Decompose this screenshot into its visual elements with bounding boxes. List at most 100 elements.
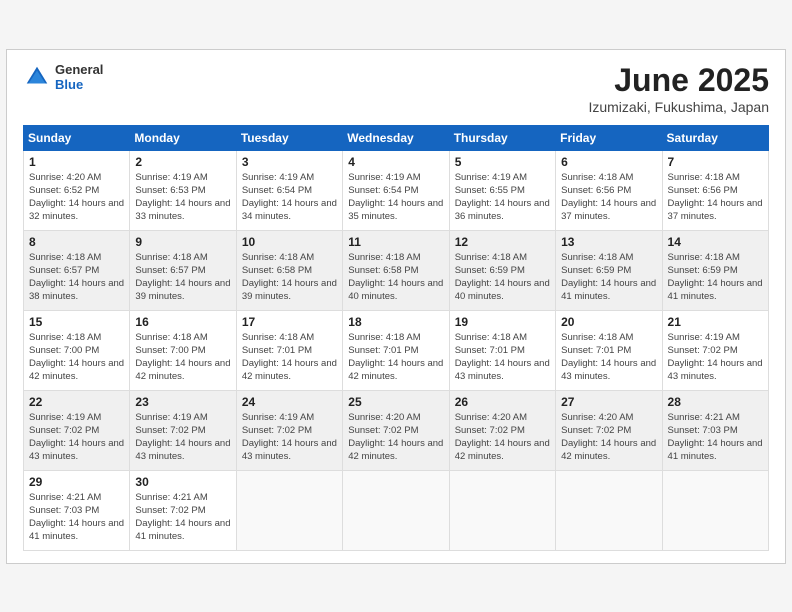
sunrise-label: Sunrise: 4:21 AM [29, 492, 101, 503]
table-row: 14 Sunrise: 4:18 AM Sunset: 6:59 PM Dayl… [662, 230, 768, 310]
day-number: 7 [668, 155, 763, 169]
daylight-label: Daylight: 14 hours and 42 minutes. [348, 358, 443, 382]
daylight-label: Daylight: 14 hours and 34 minutes. [242, 198, 337, 222]
day-detail: Sunrise: 4:20 AM Sunset: 7:02 PM Dayligh… [348, 411, 443, 464]
logo-text: General Blue [55, 62, 103, 93]
day-detail: Sunrise: 4:20 AM Sunset: 7:02 PM Dayligh… [561, 411, 656, 464]
sunrise-label: Sunrise: 4:18 AM [135, 252, 207, 263]
sunrise-label: Sunrise: 4:18 AM [561, 172, 633, 183]
sunrise-label: Sunrise: 4:20 AM [348, 412, 420, 423]
day-detail: Sunrise: 4:18 AM Sunset: 7:01 PM Dayligh… [561, 331, 656, 384]
daylight-label: Daylight: 14 hours and 39 minutes. [135, 278, 230, 302]
day-detail: Sunrise: 4:18 AM Sunset: 6:59 PM Dayligh… [455, 251, 550, 304]
day-number: 27 [561, 395, 656, 409]
sunset-label: Sunset: 7:02 PM [455, 425, 525, 436]
day-number: 9 [135, 235, 230, 249]
sunrise-label: Sunrise: 4:18 AM [242, 332, 314, 343]
sunrise-label: Sunrise: 4:19 AM [29, 412, 101, 423]
day-detail: Sunrise: 4:19 AM Sunset: 6:54 PM Dayligh… [242, 171, 337, 224]
day-number: 5 [455, 155, 550, 169]
table-row: 11 Sunrise: 4:18 AM Sunset: 6:58 PM Dayl… [343, 230, 449, 310]
sunset-label: Sunset: 7:02 PM [668, 345, 738, 356]
table-row: 18 Sunrise: 4:18 AM Sunset: 7:01 PM Dayl… [343, 310, 449, 390]
day-number: 23 [135, 395, 230, 409]
day-number: 28 [668, 395, 763, 409]
day-number: 13 [561, 235, 656, 249]
table-row: 5 Sunrise: 4:19 AM Sunset: 6:55 PM Dayli… [449, 150, 555, 230]
day-number: 29 [29, 475, 124, 489]
table-row: 12 Sunrise: 4:18 AM Sunset: 6:59 PM Dayl… [449, 230, 555, 310]
header-sunday: Sunday [24, 125, 130, 150]
daylight-label: Daylight: 14 hours and 39 minutes. [242, 278, 337, 302]
day-detail: Sunrise: 4:18 AM Sunset: 6:58 PM Dayligh… [348, 251, 443, 304]
logo-icon [23, 63, 51, 91]
daylight-label: Daylight: 14 hours and 32 minutes. [29, 198, 124, 222]
table-row: 9 Sunrise: 4:18 AM Sunset: 6:57 PM Dayli… [130, 230, 236, 310]
sunset-label: Sunset: 7:02 PM [135, 425, 205, 436]
sunrise-label: Sunrise: 4:19 AM [242, 412, 314, 423]
table-row: 8 Sunrise: 4:18 AM Sunset: 6:57 PM Dayli… [24, 230, 130, 310]
sunset-label: Sunset: 6:52 PM [29, 185, 99, 196]
table-row: 7 Sunrise: 4:18 AM Sunset: 6:56 PM Dayli… [662, 150, 768, 230]
table-row: 26 Sunrise: 4:20 AM Sunset: 7:02 PM Dayl… [449, 390, 555, 470]
daylight-label: Daylight: 14 hours and 42 minutes. [29, 358, 124, 382]
day-detail: Sunrise: 4:21 AM Sunset: 7:03 PM Dayligh… [29, 491, 124, 544]
day-detail: Sunrise: 4:18 AM Sunset: 6:58 PM Dayligh… [242, 251, 337, 304]
logo-general-text: General [55, 62, 103, 78]
day-number: 25 [348, 395, 443, 409]
daylight-label: Daylight: 14 hours and 42 minutes. [348, 438, 443, 462]
daylight-label: Daylight: 14 hours and 43 minutes. [455, 358, 550, 382]
calendar-row: 8 Sunrise: 4:18 AM Sunset: 6:57 PM Dayli… [24, 230, 769, 310]
sunset-label: Sunset: 7:02 PM [242, 425, 312, 436]
sunrise-label: Sunrise: 4:19 AM [668, 332, 740, 343]
day-number: 21 [668, 315, 763, 329]
table-row: 6 Sunrise: 4:18 AM Sunset: 6:56 PM Dayli… [556, 150, 662, 230]
day-detail: Sunrise: 4:20 AM Sunset: 6:52 PM Dayligh… [29, 171, 124, 224]
day-number: 4 [348, 155, 443, 169]
header-section: General Blue June 2025 Izumizaki, Fukush… [23, 62, 769, 115]
table-row: 22 Sunrise: 4:19 AM Sunset: 7:02 PM Dayl… [24, 390, 130, 470]
day-detail: Sunrise: 4:20 AM Sunset: 7:02 PM Dayligh… [455, 411, 550, 464]
header-friday: Friday [556, 125, 662, 150]
daylight-label: Daylight: 14 hours and 33 minutes. [135, 198, 230, 222]
day-number: 6 [561, 155, 656, 169]
day-detail: Sunrise: 4:18 AM Sunset: 6:59 PM Dayligh… [561, 251, 656, 304]
daylight-label: Daylight: 14 hours and 43 minutes. [29, 438, 124, 462]
sunset-label: Sunset: 6:57 PM [135, 265, 205, 276]
sunrise-label: Sunrise: 4:18 AM [348, 332, 420, 343]
day-detail: Sunrise: 4:18 AM Sunset: 6:59 PM Dayligh… [668, 251, 763, 304]
day-number: 10 [242, 235, 337, 249]
day-detail: Sunrise: 4:21 AM Sunset: 7:03 PM Dayligh… [668, 411, 763, 464]
calendar-row: 29 Sunrise: 4:21 AM Sunset: 7:03 PM Dayl… [24, 470, 769, 550]
logo-blue-text: Blue [55, 77, 103, 93]
sunset-label: Sunset: 7:03 PM [29, 505, 99, 516]
calendar-row: 1 Sunrise: 4:20 AM Sunset: 6:52 PM Dayli… [24, 150, 769, 230]
sunset-label: Sunset: 6:56 PM [561, 185, 631, 196]
day-detail: Sunrise: 4:19 AM Sunset: 6:54 PM Dayligh… [348, 171, 443, 224]
sunset-label: Sunset: 7:01 PM [348, 345, 418, 356]
day-number: 12 [455, 235, 550, 249]
table-row: 3 Sunrise: 4:19 AM Sunset: 6:54 PM Dayli… [236, 150, 342, 230]
header-thursday: Thursday [449, 125, 555, 150]
day-detail: Sunrise: 4:21 AM Sunset: 7:02 PM Dayligh… [135, 491, 230, 544]
sunset-label: Sunset: 6:58 PM [242, 265, 312, 276]
daylight-label: Daylight: 14 hours and 43 minutes. [135, 438, 230, 462]
sunrise-label: Sunrise: 4:19 AM [242, 172, 314, 183]
sunrise-label: Sunrise: 4:19 AM [455, 172, 527, 183]
sunrise-label: Sunrise: 4:20 AM [29, 172, 101, 183]
location-title: Izumizaki, Fukushima, Japan [588, 99, 769, 115]
sunrise-label: Sunrise: 4:20 AM [561, 412, 633, 423]
day-number: 14 [668, 235, 763, 249]
day-number: 11 [348, 235, 443, 249]
day-detail: Sunrise: 4:18 AM Sunset: 7:01 PM Dayligh… [242, 331, 337, 384]
sunrise-label: Sunrise: 4:19 AM [135, 412, 207, 423]
daylight-label: Daylight: 14 hours and 35 minutes. [348, 198, 443, 222]
daylight-label: Daylight: 14 hours and 42 minutes. [561, 438, 656, 462]
header-tuesday: Tuesday [236, 125, 342, 150]
table-row: 13 Sunrise: 4:18 AM Sunset: 6:59 PM Dayl… [556, 230, 662, 310]
table-row: 16 Sunrise: 4:18 AM Sunset: 7:00 PM Dayl… [130, 310, 236, 390]
sunrise-label: Sunrise: 4:18 AM [561, 252, 633, 263]
day-number: 3 [242, 155, 337, 169]
sunrise-label: Sunrise: 4:18 AM [135, 332, 207, 343]
daylight-label: Daylight: 14 hours and 43 minutes. [561, 358, 656, 382]
